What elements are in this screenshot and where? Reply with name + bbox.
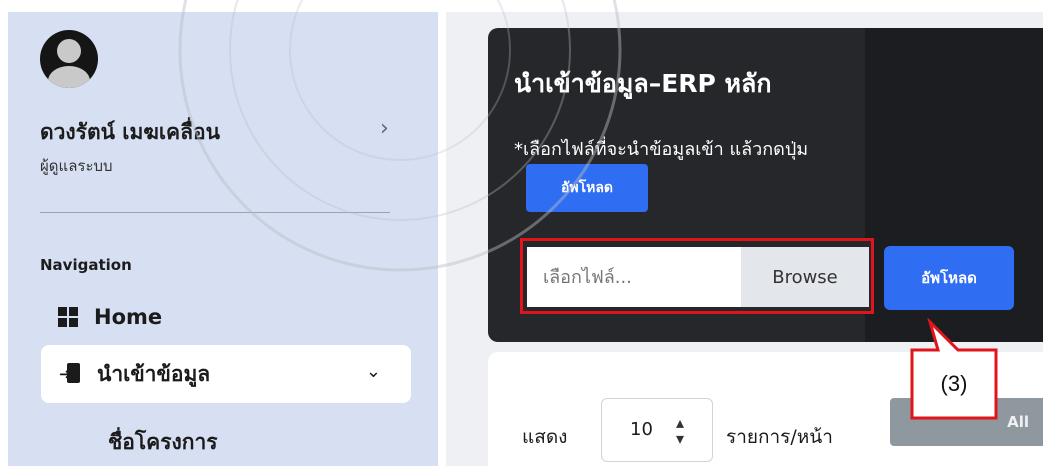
- card-instruction: *เลือกไฟล์ที่จะนำข้อมูลเข้า แล้วกดปุ่ม: [514, 139, 809, 160]
- user-name[interactable]: ดวงรัตน์ เมฆเคลื่อน: [40, 116, 220, 149]
- avatar[interactable]: [40, 30, 98, 88]
- page-size-value: 10: [630, 419, 653, 440]
- file-import-icon: ➜: [59, 363, 81, 385]
- avatar-shoulders: [48, 66, 90, 88]
- upload-button[interactable]: อัพโหลด: [884, 246, 1014, 310]
- chevron-right-icon[interactable]: ›: [380, 116, 389, 141]
- grid-icon: [58, 307, 78, 327]
- card-title: นำเข้าข้อมูล–ERP หลัก: [514, 69, 772, 98]
- sidebar-item-label: Home: [94, 305, 163, 329]
- avatar-head: [57, 39, 81, 63]
- page-size-select[interactable]: 10 ▴ ▾: [601, 398, 713, 462]
- browse-button[interactable]: Browse: [741, 247, 869, 307]
- nav-caption: Navigation: [40, 256, 132, 274]
- sidebar-item-label: นำเข้าข้อมูล: [97, 361, 211, 386]
- sidebar: ดวงรัตน์ เมฆเคลื่อน ผู้ดูแลระบบ › Naviga…: [8, 12, 438, 466]
- file-input[interactable]: [527, 247, 741, 307]
- callout-label: (3): [940, 371, 968, 396]
- chevron-down-icon[interactable]: ⌄: [366, 361, 381, 382]
- updown-icon: ▴ ▾: [676, 413, 685, 448]
- sidebar-subitem-project-name[interactable]: ชื่อโครงการ: [108, 426, 218, 459]
- user-role: ผู้ดูแลระบบ: [40, 157, 113, 175]
- top-strip: [0, 0, 1043, 12]
- inline-upload-button[interactable]: อัพโหลด: [526, 164, 648, 212]
- sidebar-item-import[interactable]: ➜ นำเข้าข้อมูล ⌄: [41, 345, 411, 403]
- show-label: แสดง: [522, 426, 568, 448]
- per-page-label: รายการ/หน้า: [726, 426, 833, 448]
- sidebar-divider: [40, 212, 390, 213]
- file-picker-highlight: Browse: [520, 238, 874, 314]
- sidebar-item-home[interactable]: Home: [58, 302, 162, 332]
